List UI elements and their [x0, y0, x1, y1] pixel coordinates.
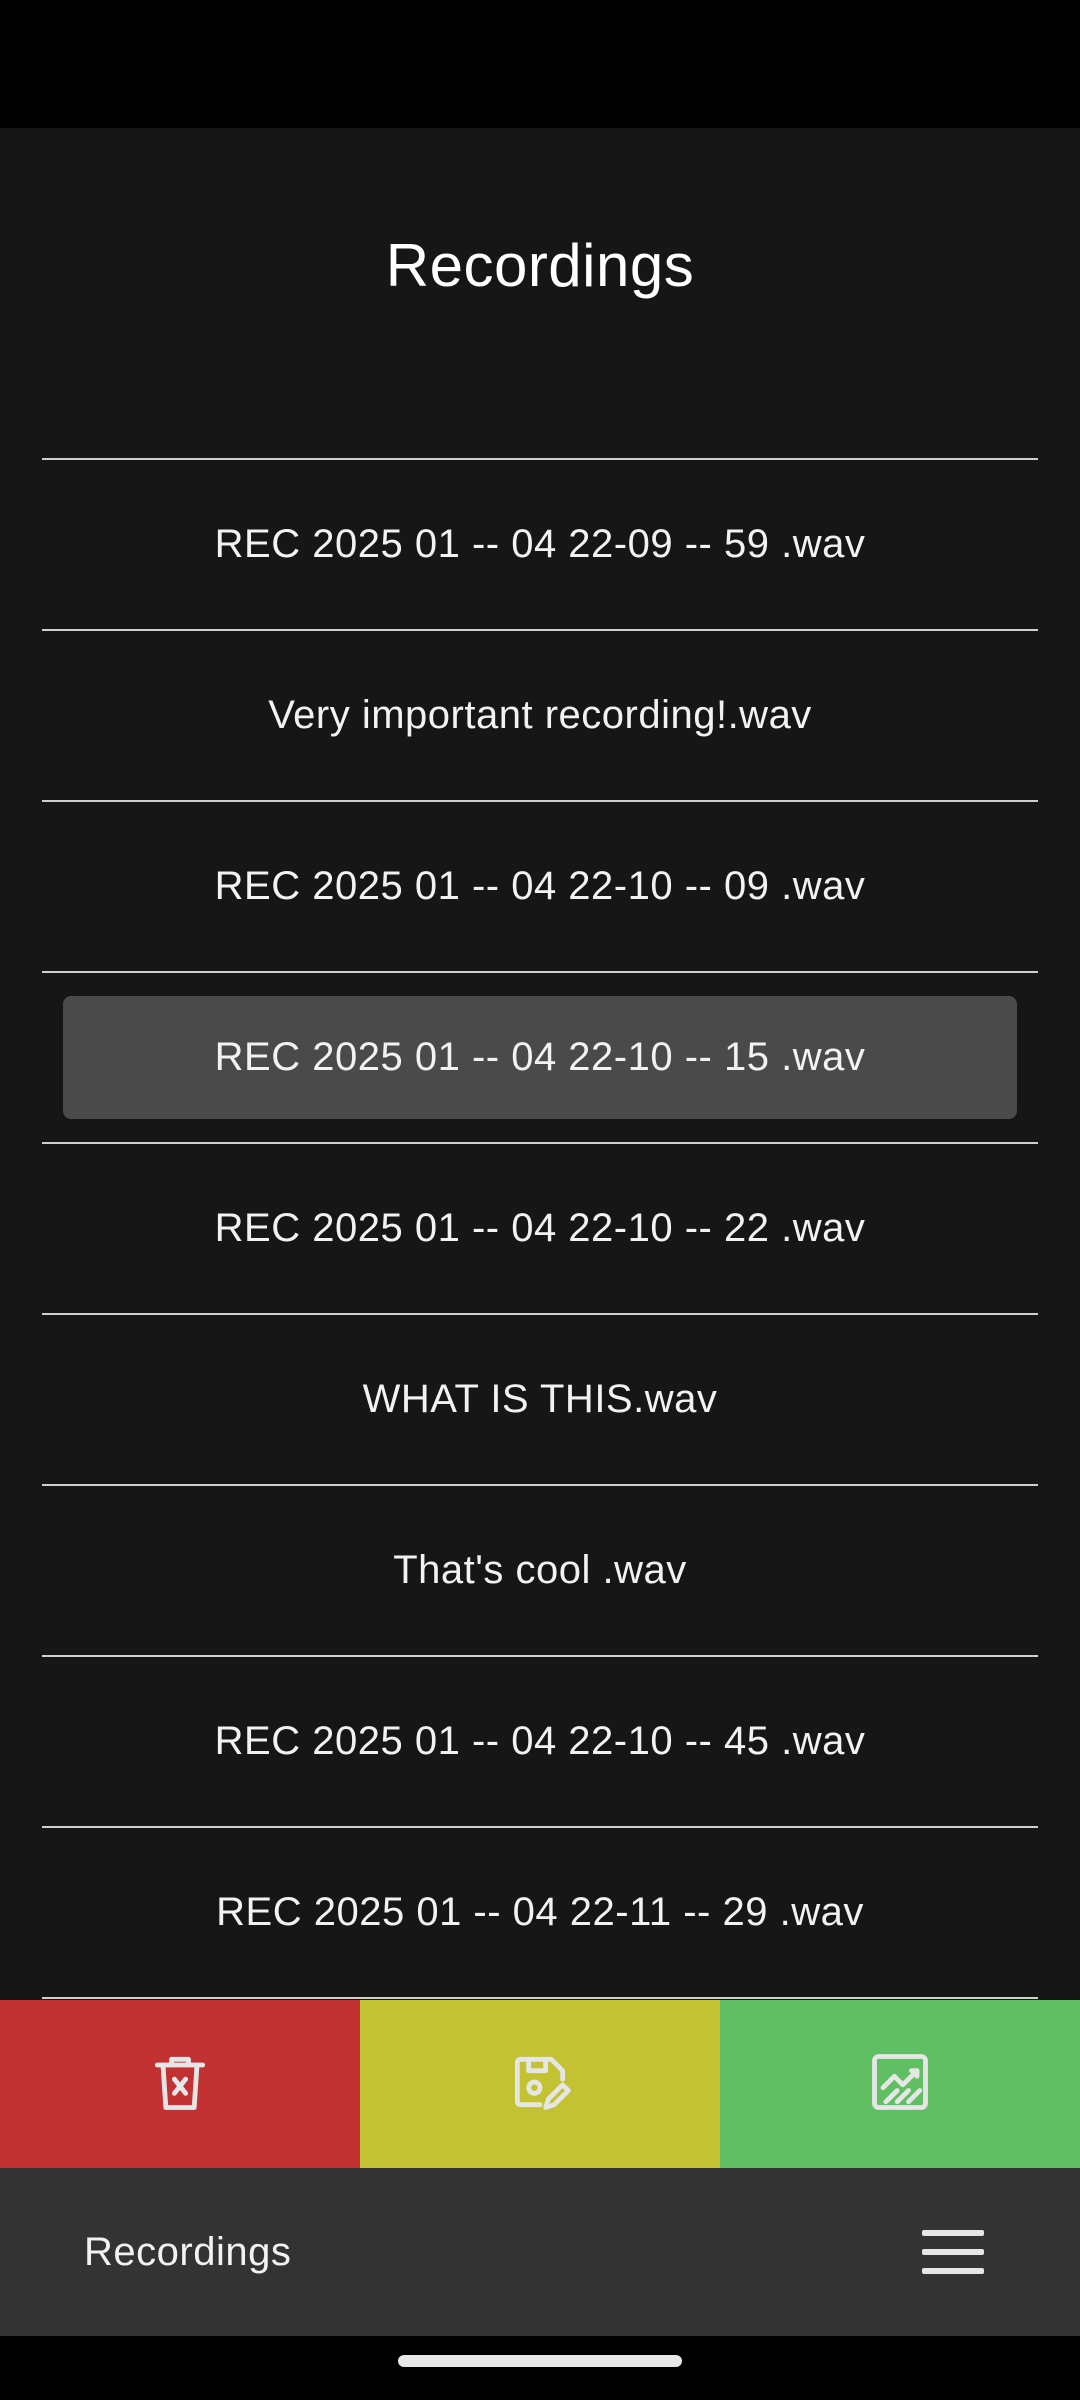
- list-item-selected[interactable]: REC 2025 01 -- 04 22-10 -- 15 .wav: [42, 973, 1038, 1144]
- list-item[interactable]: REC 2025 01 -- 04 22-10 -- 22 .wav: [42, 1144, 1038, 1315]
- status-bar: [0, 0, 1080, 128]
- nav-title: Recordings: [84, 2229, 292, 2274]
- recording-name: REC 2025 01 -- 04 22-09 -- 59 .wav: [214, 522, 866, 566]
- recording-name: REC 2025 01 -- 04 22-10 -- 09 .wav: [214, 864, 866, 908]
- recording-name: REC 2025 01 -- 04 22-10 -- 22 .wav: [214, 1206, 866, 1250]
- save-edit-icon: [506, 2048, 574, 2121]
- recording-name: WHAT IS THIS.wav: [362, 1377, 718, 1421]
- list-item[interactable]: REC 2025 01 -- 04 22-11 -- 29 .wav: [42, 1828, 1038, 1999]
- recording-name: REC 2025 01 -- 04 22-11 -- 29 .wav: [216, 1890, 864, 1934]
- hamburger-menu-icon[interactable]: [918, 2222, 988, 2282]
- page-title: Recordings: [385, 232, 695, 299]
- bottom-navigation-bar: Recordings: [0, 2168, 1080, 2336]
- action-bar: [0, 2000, 1080, 2168]
- delete-button[interactable]: [0, 2000, 360, 2168]
- list-item[interactable]: REC 2025 01 -- 04 22-10 -- 45 .wav: [42, 1657, 1038, 1828]
- recordings-list: REC 2025 01 -- 04 22-09 -- 59 .wav Very …: [42, 458, 1038, 1999]
- recording-name: That's cool .wav: [393, 1548, 687, 1592]
- recording-name: Very important recording!.wav: [268, 693, 812, 737]
- list-item[interactable]: That's cool .wav: [42, 1486, 1038, 1657]
- recording-name: REC 2025 01 -- 04 22-10 -- 15 .wav: [214, 1035, 866, 1079]
- chart-button[interactable]: [720, 2000, 1080, 2168]
- save-edit-button[interactable]: [360, 2000, 720, 2168]
- trash-x-icon: [146, 2048, 214, 2121]
- list-item[interactable]: REC 2025 01 -- 04 22-10 -- 09 .wav: [42, 802, 1038, 973]
- app-screen: Recordings REC 2025 01 -- 04 22-09 -- 59…: [0, 128, 1080, 2336]
- list-item[interactable]: Very important recording!.wav: [42, 631, 1038, 802]
- chart-icon: [866, 2048, 934, 2121]
- list-item[interactable]: REC 2025 01 -- 04 22-09 -- 59 .wav: [42, 460, 1038, 631]
- recording-name: REC 2025 01 -- 04 22-10 -- 45 .wav: [214, 1719, 866, 1763]
- home-indicator[interactable]: [398, 2355, 682, 2367]
- list-item[interactable]: WHAT IS THIS.wav: [42, 1315, 1038, 1486]
